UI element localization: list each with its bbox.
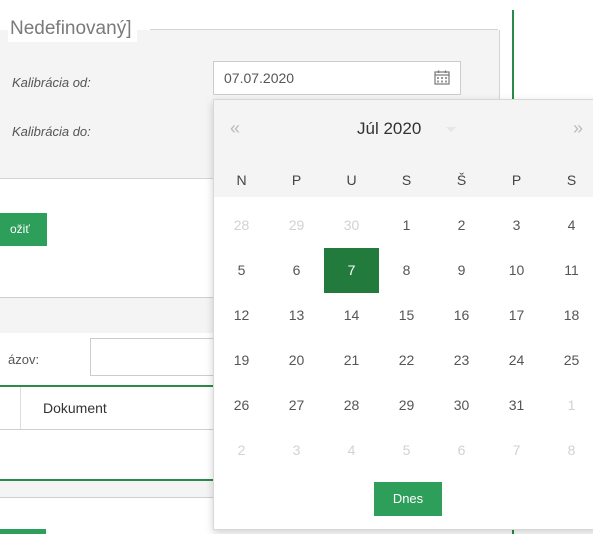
calendar-day[interactable]: 26 bbox=[214, 383, 269, 428]
weekday-header: S bbox=[401, 172, 412, 188]
calendar-day[interactable]: 8 bbox=[379, 248, 434, 293]
calendar-day[interactable]: 3 bbox=[269, 428, 324, 473]
calendar-day[interactable]: 4 bbox=[544, 203, 593, 248]
calendar-day[interactable]: 28 bbox=[214, 203, 269, 248]
label-calibration-from: Kalibrácia od: bbox=[12, 75, 91, 90]
calendar-day[interactable]: 9 bbox=[434, 248, 489, 293]
datepicker-next-button[interactable]: » bbox=[573, 118, 583, 139]
calendar-day[interactable]: 25 bbox=[544, 338, 593, 383]
calendar-day[interactable]: 31 bbox=[489, 383, 544, 428]
calendar-day[interactable]: 19 bbox=[214, 338, 269, 383]
calendar-day[interactable]: 30 bbox=[434, 383, 489, 428]
calendar-day[interactable]: 13 bbox=[269, 293, 324, 338]
calendar-day[interactable]: 4 bbox=[324, 428, 379, 473]
today-button[interactable]: Dnes bbox=[374, 482, 442, 516]
weekday-header: N bbox=[236, 172, 247, 188]
calendar-day[interactable]: 29 bbox=[269, 203, 324, 248]
column-header-document[interactable]: Dokument bbox=[43, 400, 107, 416]
filter-name-label: ázov: bbox=[8, 352, 40, 367]
calendar-day[interactable]: 15 bbox=[379, 293, 434, 338]
chevron-down-icon bbox=[446, 127, 456, 132]
calendar-day[interactable]: 2 bbox=[434, 203, 489, 248]
column-divider bbox=[20, 387, 21, 429]
apply-button[interactable]: ožiť bbox=[0, 213, 47, 246]
bottom-button[interactable] bbox=[0, 529, 46, 534]
weekday-header: Š bbox=[456, 172, 467, 188]
calendar-day[interactable]: 7 bbox=[489, 428, 544, 473]
calendar-day[interactable]: 2 bbox=[214, 428, 269, 473]
fieldset-top-border bbox=[150, 29, 498, 30]
calendar-day[interactable]: 14 bbox=[324, 293, 379, 338]
calendar-day[interactable]: 5 bbox=[379, 428, 434, 473]
calendar-day[interactable]: 10 bbox=[489, 248, 544, 293]
calendar-day[interactable]: 5 bbox=[214, 248, 269, 293]
fieldset-legend: Nedefinovaný] bbox=[8, 16, 138, 42]
datepicker-popup: « » Júl 2020 N P U S Š P S 28 29 30 1 2 … bbox=[213, 99, 593, 530]
datepicker-prev-button[interactable]: « bbox=[230, 118, 240, 139]
calendar-day[interactable]: 21 bbox=[324, 338, 379, 383]
calendar-day[interactable]: 11 bbox=[544, 248, 593, 293]
calendar-day[interactable]: 24 bbox=[489, 338, 544, 383]
weekday-header: S bbox=[566, 172, 577, 188]
calendar-day[interactable]: 3 bbox=[489, 203, 544, 248]
weekday-header: P bbox=[511, 172, 522, 188]
weekday-header-row: N P U S Š P S bbox=[214, 163, 593, 197]
calendar-day[interactable]: 8 bbox=[544, 428, 593, 473]
datepicker-month-title[interactable]: Júl 2020 bbox=[357, 119, 421, 139]
calendar-day[interactable]: 20 bbox=[269, 338, 324, 383]
calendar-icon[interactable] bbox=[434, 70, 450, 85]
calendar-day[interactable]: 6 bbox=[269, 248, 324, 293]
label-calibration-to: Kalibrácia do: bbox=[12, 124, 91, 139]
calibration-from-value: 07.07.2020 bbox=[224, 70, 295, 86]
calendar-day[interactable]: 29 bbox=[379, 383, 434, 428]
calendar-day[interactable]: 23 bbox=[434, 338, 489, 383]
calendar-day[interactable]: 6 bbox=[434, 428, 489, 473]
weekday-header: U bbox=[346, 172, 357, 188]
calibration-from-input[interactable]: 07.07.2020 bbox=[213, 61, 461, 95]
calendar-day[interactable]: 22 bbox=[379, 338, 434, 383]
calendar-day[interactable]: 1 bbox=[379, 203, 434, 248]
calendar-day[interactable]: 28 bbox=[324, 383, 379, 428]
calendar-day[interactable]: 18 bbox=[544, 293, 593, 338]
calendar-day[interactable]: 12 bbox=[214, 293, 269, 338]
calendar-day[interactable]: 16 bbox=[434, 293, 489, 338]
calendar-day[interactable]: 17 bbox=[489, 293, 544, 338]
calendar-day-selected[interactable]: 7 bbox=[324, 248, 379, 293]
calendar-day[interactable]: 30 bbox=[324, 203, 379, 248]
weekday-header: P bbox=[291, 172, 302, 188]
calendar-day[interactable]: 27 bbox=[269, 383, 324, 428]
calendar-day[interactable]: 1 bbox=[544, 383, 593, 428]
filter-name-input[interactable] bbox=[90, 338, 216, 376]
